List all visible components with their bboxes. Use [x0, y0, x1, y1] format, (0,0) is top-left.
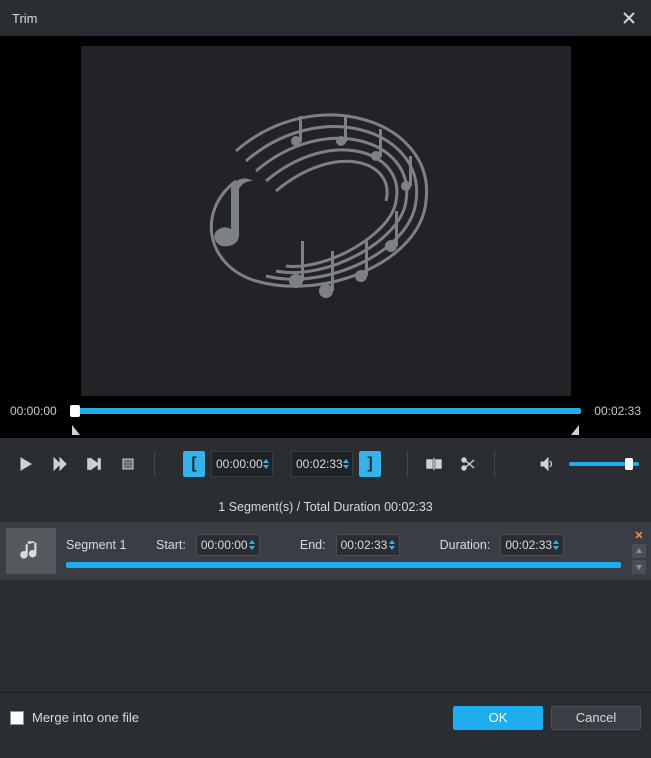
merge-checkbox[interactable]	[10, 711, 24, 725]
scissors-icon	[460, 456, 476, 472]
segment-start-label: Start:	[156, 538, 186, 552]
stop-icon	[120, 456, 136, 472]
next-frame-button[interactable]	[46, 450, 74, 478]
segment-thumbnail	[6, 528, 56, 574]
trim-handles-row	[0, 422, 651, 438]
cancel-button[interactable]: Cancel	[551, 706, 641, 730]
volume-icon	[539, 456, 555, 472]
play-icon	[18, 456, 34, 472]
end-time-value: 00:02:33	[296, 457, 343, 471]
end-time-input[interactable]: 00:02:33	[291, 451, 353, 477]
segment-duration-up[interactable]	[553, 540, 559, 544]
segment-start-value: 00:00:00	[201, 538, 248, 552]
segment-start-input[interactable]: 00:00:00	[196, 534, 260, 556]
segment-duration-value: 00:02:33	[505, 538, 552, 552]
start-time-value: 00:00:00	[216, 457, 263, 471]
bracket-left-icon: [	[191, 455, 196, 473]
divider	[494, 451, 495, 477]
segment-range-bar[interactable]	[66, 562, 621, 568]
segment-duration-down[interactable]	[553, 546, 559, 550]
stop-button[interactable]	[114, 450, 142, 478]
chevron-down-icon	[635, 563, 643, 571]
cut-button[interactable]	[454, 450, 482, 478]
ok-button[interactable]: OK	[453, 706, 543, 730]
volume-knob[interactable]	[625, 458, 633, 470]
segment-end-up[interactable]	[389, 540, 395, 544]
start-time-down[interactable]	[263, 465, 269, 469]
merge-label: Merge into one file	[32, 710, 139, 725]
close-button[interactable]	[619, 8, 639, 28]
segment-side-buttons: ✕	[631, 528, 647, 574]
start-time-input[interactable]: 00:00:00	[211, 451, 273, 477]
music-artwork-icon	[176, 91, 476, 351]
set-start-bracket-button[interactable]: [	[183, 451, 205, 477]
music-note-icon	[18, 538, 44, 564]
segment-name: Segment 1	[66, 538, 146, 552]
playback-controls: [ 00:00:00 00:02:33 ]	[0, 438, 651, 490]
timeline: 00:00:00 00:02:33	[0, 396, 651, 422]
segment-end-label: End:	[300, 538, 326, 552]
start-time-up[interactable]	[263, 459, 269, 463]
set-end-bracket-button[interactable]: ]	[359, 451, 381, 477]
trim-handle-right[interactable]	[571, 424, 579, 438]
step-end-button[interactable]	[80, 450, 108, 478]
footer: Merge into one file OK Cancel	[0, 692, 651, 742]
window-title: Trim	[12, 11, 38, 26]
end-time-down[interactable]	[343, 465, 349, 469]
segment-start-up[interactable]	[249, 540, 255, 544]
next-frame-icon	[52, 456, 68, 472]
segment-start-down[interactable]	[249, 546, 255, 550]
timeline-end-time: 00:02:33	[587, 404, 641, 418]
end-time-up[interactable]	[343, 459, 349, 463]
close-icon	[623, 12, 635, 24]
segment-row[interactable]: Segment 1 Start: 00:00:00 End: 00:02:33 …	[0, 522, 651, 580]
segment-body: Segment 1 Start: 00:00:00 End: 00:02:33 …	[66, 534, 621, 568]
segment-move-down-button[interactable]	[632, 560, 646, 574]
split-button[interactable]	[420, 450, 448, 478]
title-bar: Trim	[0, 0, 651, 36]
segment-duration-label: Duration:	[440, 538, 491, 552]
split-icon	[426, 456, 442, 472]
preview-area: 00:00:00 00:02:33	[0, 36, 651, 438]
mute-button[interactable]	[533, 450, 561, 478]
media-preview	[81, 46, 571, 396]
segment-end-input[interactable]: 00:02:33	[336, 534, 400, 556]
chevron-up-icon	[635, 547, 643, 555]
segment-end-value: 00:02:33	[341, 538, 388, 552]
volume-slider[interactable]	[569, 462, 639, 466]
segment-duration-input[interactable]: 00:02:33	[500, 534, 564, 556]
divider	[154, 451, 155, 477]
segment-delete-button[interactable]: ✕	[632, 528, 646, 542]
trim-handle-left[interactable]	[72, 424, 80, 438]
segment-move-up-button[interactable]	[632, 544, 646, 558]
play-button[interactable]	[12, 450, 40, 478]
divider	[407, 451, 408, 477]
timeline-start-time: 00:00:00	[10, 404, 64, 418]
segments-summary: 1 Segment(s) / Total Duration 00:02:33	[0, 490, 651, 522]
timeline-playhead[interactable]	[70, 405, 80, 417]
segment-end-down[interactable]	[389, 546, 395, 550]
bracket-right-icon: ]	[367, 455, 372, 473]
segments-empty-area	[0, 580, 651, 692]
timeline-track[interactable]	[70, 408, 581, 414]
step-end-icon	[86, 456, 102, 472]
